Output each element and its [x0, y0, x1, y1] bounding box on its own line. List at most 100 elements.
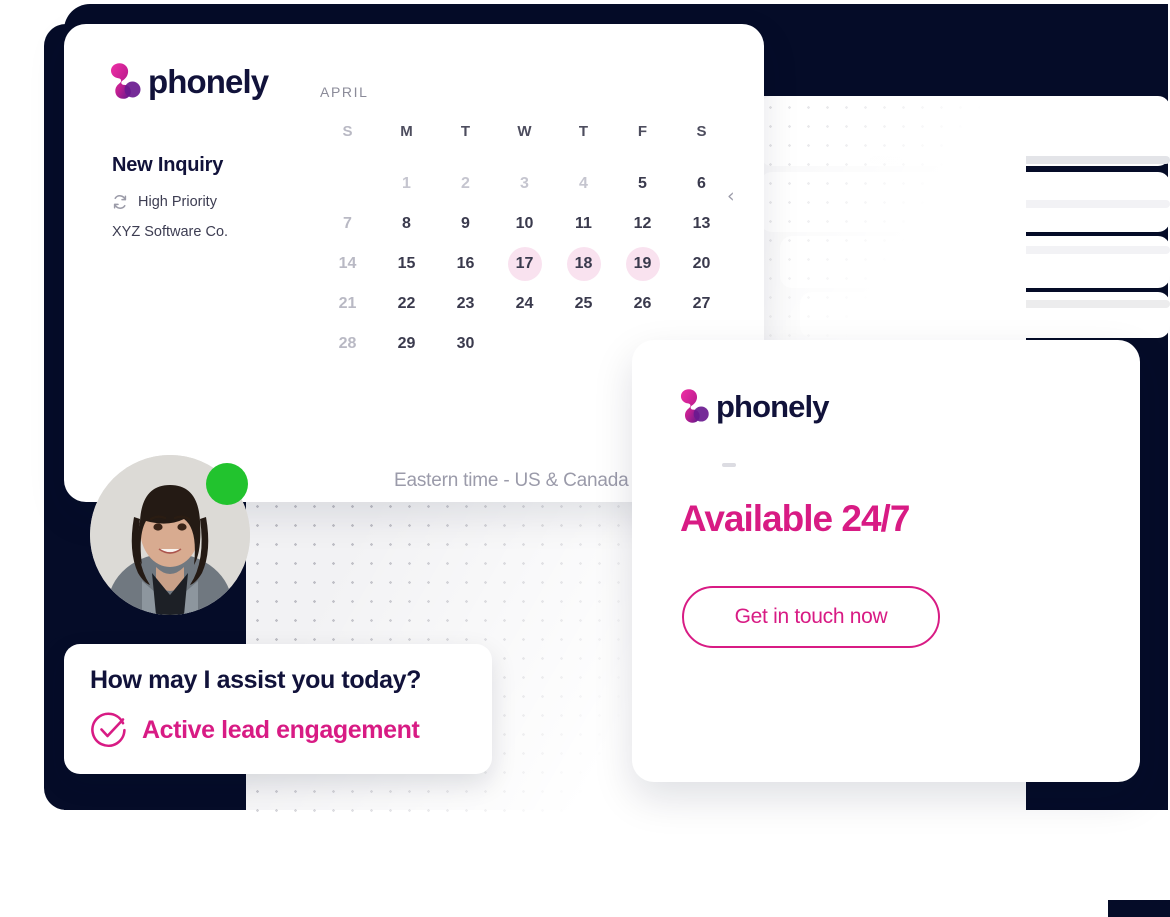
calendar-day-label: 10 [515, 215, 534, 232]
calendar-day-label: 1 [402, 175, 411, 192]
calendar-day-empty [495, 324, 554, 364]
calendar-month-label: APRIL [320, 84, 369, 100]
calendar-day-grid: 1 2 3 4 5 6 7 8 9 10 11 12 13 14 15 16 17 18 19 20 21 22 23 24 2… [318, 164, 738, 364]
brand-logo-main: phonely [110, 62, 269, 100]
screenshot-stage: phonely New Inquiry High Priority XYZ So… [0, 0, 1170, 917]
calendar-day[interactable]: 20 [672, 244, 731, 284]
calendar-day[interactable]: 24 [495, 284, 554, 324]
calendar-day-label: 16 [456, 255, 475, 272]
brand-wordmark: phonely [148, 62, 269, 100]
calendar-day[interactable]: 12 [613, 204, 672, 244]
avatar [90, 455, 250, 615]
calendar-day[interactable]: 15 [377, 244, 436, 284]
calendar-day-label: 26 [633, 295, 652, 312]
online-status-dot [206, 463, 248, 505]
calendar-weekday: S [696, 123, 707, 140]
brand-logo-right: phonely [680, 388, 829, 424]
get-in-touch-button[interactable]: Get in touch now [682, 586, 940, 648]
calendar-weekday: F [637, 123, 648, 140]
calendar-day[interactable]: 22 [377, 284, 436, 324]
timezone-selector[interactable]: Eastern time - US & Canada [394, 470, 667, 492]
chat-status-text: Active lead engagement [142, 715, 420, 744]
calendar-day[interactable]: 23 [436, 284, 495, 324]
calendar-day-label: 21 [338, 295, 357, 312]
calendar-day[interactable]: 25 [554, 284, 613, 324]
brand-wordmark: phonely [716, 388, 829, 424]
refresh-icon [113, 195, 127, 209]
calendar-day[interactable]: 17 [495, 244, 554, 284]
calendar-day-label: 24 [515, 295, 534, 312]
calendar-day[interactable]: 7 [318, 204, 377, 244]
calendar-day[interactable]: 11 [554, 204, 613, 244]
calendar-day[interactable]: 30 [436, 324, 495, 364]
calendar-day-label: 2 [461, 175, 470, 192]
company-name: XYZ Software Co. [112, 224, 229, 240]
phone-handset-icon [111, 63, 141, 99]
calendar-day[interactable]: 27 [672, 284, 731, 324]
calendar-day-label: 15 [397, 255, 416, 272]
phone-handset-icon [680, 389, 709, 423]
calendar-day-label: 13 [692, 215, 711, 232]
calendar-day-label: 29 [397, 335, 416, 352]
calendar-day[interactable]: 26 [613, 284, 672, 324]
calendar-day-label: 23 [456, 295, 475, 312]
calendar-day[interactable]: 6 [672, 164, 731, 204]
calendar-day[interactable]: 4 [554, 164, 613, 204]
calendar-day[interactable]: 19 [613, 244, 672, 284]
calendar-day-label: 7 [343, 215, 352, 232]
calendar-day-empty [554, 324, 613, 364]
calendar-day[interactable]: 14 [318, 244, 377, 284]
calendar-weekday: T [460, 123, 471, 140]
calendar-day-label: 5 [638, 175, 647, 192]
navy-corner-mark [1108, 900, 1170, 917]
calendar-day[interactable]: 9 [436, 204, 495, 244]
calendar-day[interactable]: 21 [318, 284, 377, 324]
calendar-day-label: 27 [692, 295, 711, 312]
placeholder-dash [722, 463, 736, 467]
calendar-weekday: T [578, 123, 589, 140]
calendar-day-label: 25 [574, 295, 593, 312]
priority-row: High Priority [112, 194, 217, 210]
calendar-day-label: 8 [402, 215, 411, 232]
calendar-day-label: 11 [575, 215, 592, 232]
calendar-day-label: 4 [579, 175, 588, 192]
calendar-day[interactable]: 28 [318, 324, 377, 364]
priority-label: High Priority [138, 194, 217, 210]
chat-status-row: Active lead engagement [90, 711, 466, 749]
availability-headline: Available 24/7 [680, 498, 910, 539]
calendar-day[interactable]: 18 [554, 244, 613, 284]
check-circle-icon [91, 712, 126, 748]
calendar-day-label: 18 [574, 255, 593, 272]
calendar-weekday: S [342, 123, 353, 140]
calendar-day-label: 14 [338, 255, 357, 272]
calendar-day-label: 17 [515, 255, 534, 272]
calendar-day[interactable]: 3 [495, 164, 554, 204]
calendar-day[interactable]: 8 [377, 204, 436, 244]
calendar-day[interactable]: 2 [436, 164, 495, 204]
calendar-day-label: 22 [397, 295, 416, 312]
calendar-day-label: 20 [692, 255, 711, 272]
calendar-day[interactable]: 13 [672, 204, 731, 244]
calendar-day[interactable]: 5 [613, 164, 672, 204]
calendar-day-label: 28 [338, 335, 357, 352]
calendar-day-label: 3 [520, 175, 529, 192]
calendar-day-label: 12 [633, 215, 652, 232]
inquiry-title: New Inquiry [112, 154, 224, 176]
calendar-day-label: 30 [456, 335, 475, 352]
calendar-day-label: 9 [461, 215, 470, 232]
chat-question-text: How may I assist you today? [90, 666, 421, 694]
chat-bubble-card: How may I assist you today? Active lead … [64, 644, 492, 774]
calendar-day[interactable]: 16 [436, 244, 495, 284]
calendar-day-empty [318, 164, 377, 204]
calendar-day[interactable]: 29 [377, 324, 436, 364]
calendar-day-label: 6 [697, 175, 706, 192]
calendar-prev-button[interactable]: ‹ [727, 187, 735, 206]
availability-card: phonely [632, 340, 1140, 782]
timezone-label: Eastern time - US & Canada [394, 470, 629, 491]
calendar-day[interactable]: 10 [495, 204, 554, 244]
calendar-weekday: M [400, 123, 413, 140]
calendar-day-label: 19 [633, 255, 652, 272]
calendar-day[interactable]: 1 [377, 164, 436, 204]
calendar-weekday-row: SMTWTFS [318, 116, 738, 148]
calendar-weekday: W [517, 123, 532, 140]
